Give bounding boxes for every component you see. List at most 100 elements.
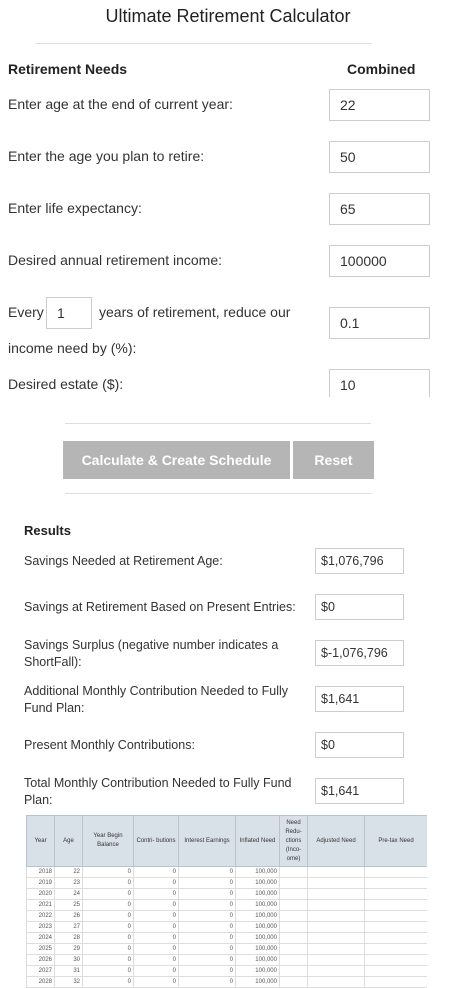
life-expectancy-label: Enter life expectancy: <box>8 200 142 216</box>
table-cell <box>364 976 427 988</box>
table-cell <box>307 866 365 878</box>
table-cell: 30 <box>54 954 83 966</box>
table-cell: 0 <box>178 954 236 966</box>
header-contributions: Contri- butions <box>133 815 179 867</box>
table-cell: 0 <box>82 888 134 900</box>
table-cell <box>364 932 427 944</box>
life-expectancy-input[interactable] <box>329 193 430 225</box>
header-need-reductions: Need Redu- ctions (Inco- ome) <box>279 815 308 867</box>
retire-age-input[interactable] <box>329 141 430 173</box>
table-cell: 23 <box>54 877 83 889</box>
additional-contribution-value: $1,641 <box>315 686 404 712</box>
needs-heading: Retirement Needs <box>8 61 128 77</box>
reduce-label: years of retirement, reduce our <box>99 304 291 320</box>
total-contribution-label: Total Monthly Contribution Needed to Ful… <box>24 776 292 807</box>
table-cell: 100,000 <box>235 954 280 966</box>
table-cell <box>364 965 427 977</box>
table-cell: 0 <box>178 877 236 889</box>
estate-input[interactable] <box>329 369 430 397</box>
table-cell: 2026 <box>26 954 55 966</box>
table-cell: 0 <box>82 943 134 955</box>
table-cell <box>307 921 365 933</box>
table-cell: 2019 <box>26 877 55 889</box>
surplus-value: $-1,076,796 <box>315 640 404 666</box>
table-cell: 0 <box>178 866 236 878</box>
table-cell: 0 <box>133 921 179 933</box>
table-cell: 100,000 <box>235 921 280 933</box>
reduce-label-2: income need by (%): <box>8 340 137 356</box>
estate-field-clip <box>329 369 430 397</box>
table-cell: 2021 <box>26 899 55 911</box>
table-cell: 0 <box>133 888 179 900</box>
table-cell: 32 <box>54 976 83 988</box>
table-cell: 0 <box>133 932 179 944</box>
table-row: 2026 30 0 0 0 100,000 <box>26 954 427 966</box>
schedule-header-row: Year Age Year Begin Balance Contri- buti… <box>26 815 427 867</box>
table-cell <box>364 921 427 933</box>
table-row: 2020 24 0 0 0 100,000 <box>26 888 427 900</box>
divider <box>65 493 371 494</box>
table-cell <box>279 932 308 944</box>
header-interest: Interest Earnings <box>178 815 236 867</box>
page-title: Ultimate Retirement Calculator <box>105 6 351 26</box>
table-cell: 2022 <box>26 910 55 922</box>
table-cell: 0 <box>133 910 179 922</box>
table-row: 2018 22 0 0 0 100,000 <box>26 866 427 878</box>
income-label: Desired annual retirement income: <box>8 252 222 268</box>
table-cell: 0 <box>178 921 236 933</box>
table-cell: 0 <box>82 976 134 988</box>
table-cell <box>307 899 365 911</box>
additional-contribution-label: Additional Monthly Contribution Needed t… <box>24 684 289 715</box>
age-label: Enter age at the end of current year: <box>8 96 233 112</box>
reduce-percent-input[interactable] <box>329 307 430 339</box>
table-cell <box>279 921 308 933</box>
calculate-button[interactable]: Calculate & Create Schedule <box>63 441 290 479</box>
table-cell: 2025 <box>26 943 55 955</box>
savings-present-value: $0 <box>315 594 404 620</box>
table-cell <box>307 932 365 944</box>
age-input[interactable] <box>329 89 430 121</box>
table-cell <box>279 910 308 922</box>
table-cell <box>364 888 427 900</box>
table-cell: 0 <box>82 910 134 922</box>
estate-label: Desired estate ($): <box>8 376 124 392</box>
table-cell: 0 <box>178 965 236 977</box>
header-adjusted-need: Adjusted Need <box>307 815 365 867</box>
table-cell: 22 <box>54 866 83 878</box>
table-row: 2019 23 0 0 0 100,000 <box>26 877 427 889</box>
table-cell <box>279 954 308 966</box>
present-contribution-label: Present Monthly Contributions: <box>24 738 195 752</box>
table-cell: 0 <box>133 976 179 988</box>
savings-needed-value: $1,076,796 <box>315 548 404 574</box>
table-cell: 100,000 <box>235 866 280 878</box>
table-cell <box>307 877 365 889</box>
every-years-input[interactable] <box>46 297 92 329</box>
table-cell: 0 <box>178 943 236 955</box>
reset-button[interactable]: Reset <box>293 441 374 479</box>
income-input[interactable] <box>329 245 430 277</box>
table-cell: 100,000 <box>235 932 280 944</box>
table-cell: 0 <box>178 932 236 944</box>
combined-heading: Combined <box>347 61 416 77</box>
table-cell: 24 <box>54 888 83 900</box>
table-cell: 2023 <box>26 921 55 933</box>
table-cell <box>364 866 427 878</box>
table-cell <box>364 954 427 966</box>
table-cell: 27 <box>54 921 83 933</box>
header-age: Age <box>54 815 83 867</box>
table-cell: 29 <box>54 943 83 955</box>
table-cell: 0 <box>178 888 236 900</box>
table-row: 2024 28 0 0 0 100,000 <box>26 932 427 944</box>
table-cell: 0 <box>133 943 179 955</box>
table-row: 2028 32 0 0 0 100,000 <box>26 976 427 988</box>
table-cell <box>307 954 365 966</box>
table-cell: 28 <box>54 932 83 944</box>
table-cell <box>279 866 308 878</box>
table-cell: 0 <box>178 899 236 911</box>
table-cell: 0 <box>178 910 236 922</box>
schedule-table-container: Year Age Year Begin Balance Contri- buti… <box>26 815 427 988</box>
table-cell: 2020 <box>26 888 55 900</box>
table-cell: 0 <box>82 932 134 944</box>
surplus-label: Savings Surplus (negative number indicat… <box>24 638 279 669</box>
table-cell: 0 <box>82 899 134 911</box>
